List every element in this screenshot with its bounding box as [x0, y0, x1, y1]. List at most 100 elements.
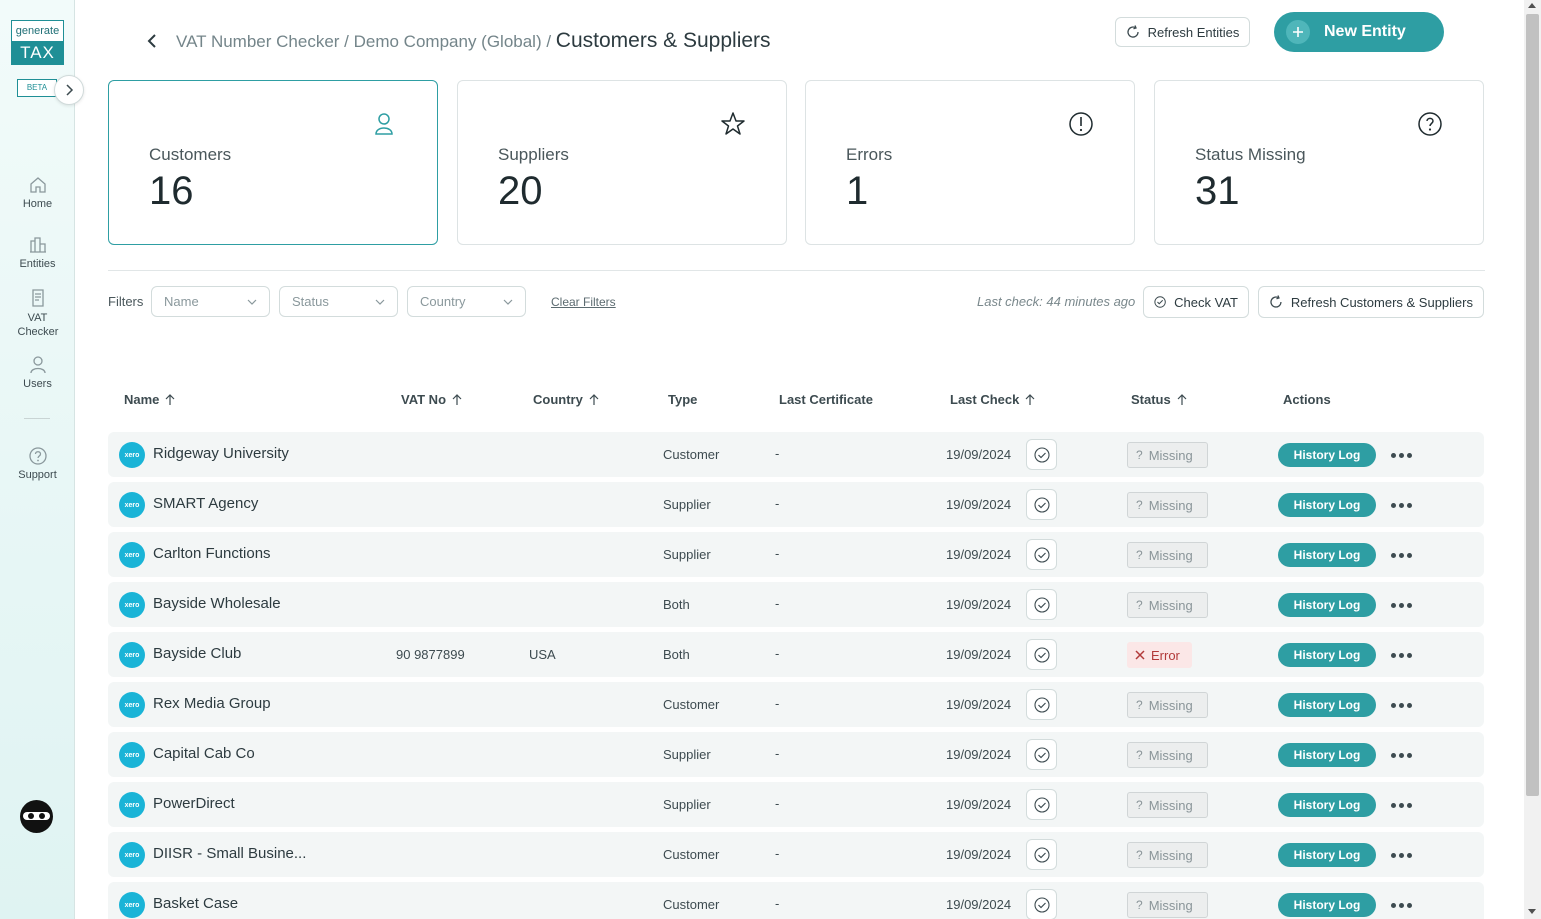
entity-name[interactable]: Carlton Functions — [153, 545, 271, 562]
check-vat-row-button[interactable] — [1026, 889, 1057, 919]
entity-name[interactable]: Bayside Wholesale — [153, 595, 281, 612]
table-row[interactable]: xero Ridgeway University Customer - 19/09/20… — [108, 432, 1484, 477]
generate-tax-logo[interactable]: generate TAX — [11, 20, 64, 65]
sidebar-expand-button[interactable] — [54, 75, 84, 105]
history-log-button[interactable]: History Log — [1278, 443, 1376, 467]
entity-type: Customer — [663, 897, 720, 912]
history-log-button[interactable]: History Log — [1278, 843, 1376, 867]
card-suppliers[interactable]: Suppliers 20 — [457, 80, 787, 245]
user-avatar[interactable] — [20, 800, 53, 833]
card-errors[interactable]: Errors 1 — [805, 80, 1135, 245]
history-log-button[interactable]: History Log — [1278, 693, 1376, 717]
check-vat-row-button[interactable] — [1026, 439, 1057, 470]
entity-name[interactable]: Rex Media Group — [153, 695, 271, 712]
scroll-up-icon[interactable] — [1528, 3, 1536, 8]
check-vat-row-button[interactable] — [1026, 639, 1057, 670]
table-row[interactable]: xero Rex Media Group Customer - 19/09/2024? M… — [108, 682, 1484, 727]
status-badge: ? Missing — [1127, 442, 1208, 468]
vertical-scrollbar[interactable] — [1524, 0, 1541, 919]
check-vat-row-button[interactable] — [1026, 789, 1057, 820]
clear-filters-link[interactable]: Clear Filters — [551, 295, 616, 309]
back-button[interactable] — [143, 31, 163, 51]
status-filter-placeholder: Status — [292, 294, 329, 309]
column-header-vat[interactable]: VAT No — [401, 392, 462, 407]
country-filter-select[interactable]: Country — [407, 286, 526, 317]
check-vat-row-button[interactable] — [1026, 689, 1057, 720]
history-log-button[interactable]: History Log — [1278, 493, 1376, 517]
status-filter-select[interactable]: Status — [279, 286, 398, 317]
refresh-customers-suppliers-button[interactable]: Refresh Customers & Suppliers — [1258, 286, 1484, 318]
beta-badge: BETA — [17, 79, 57, 97]
table-row[interactable]: xero Bayside Wholesale Both - 19/09/2024? Mis… — [108, 582, 1484, 627]
check-circle-icon — [1154, 296, 1166, 308]
history-log-button[interactable]: History Log — [1278, 593, 1376, 617]
more-options-icon[interactable] — [1391, 603, 1412, 608]
check-vat-button[interactable]: Check VAT — [1143, 286, 1249, 318]
sidebar-item-users[interactable]: Users — [0, 355, 75, 390]
entity-name[interactable]: Bayside Club — [153, 645, 241, 662]
name-filter-select[interactable]: Name — [151, 286, 270, 317]
sidebar-item-vat-checker[interactable]: VAT Checker — [0, 288, 75, 339]
last-check-date: 19/09/2024 — [946, 547, 1012, 562]
column-header-status[interactable]: Status — [1131, 392, 1187, 407]
entity-name[interactable]: Capital Cab Co — [153, 745, 255, 762]
breadcrumb-parent[interactable]: VAT Number Checker / Demo Company (Globa… — [176, 32, 556, 51]
column-header-label: Last Certificate — [779, 392, 873, 407]
check-vat-row-button[interactable] — [1026, 589, 1057, 620]
more-options-icon[interactable] — [1391, 553, 1412, 558]
more-options-icon[interactable] — [1391, 803, 1412, 808]
table-row[interactable]: xero Basket Case Customer - 19/09/2024? Missi… — [108, 882, 1484, 919]
scroll-down-icon[interactable] — [1528, 909, 1536, 914]
history-log-button[interactable]: History Log — [1278, 543, 1376, 567]
more-options-icon[interactable] — [1391, 503, 1412, 508]
table-row[interactable]: xero Bayside Club 90 9877899 USA Both - 19/09/… — [108, 632, 1484, 677]
card-status-missing[interactable]: Status Missing 31 — [1154, 80, 1484, 245]
new-entity-button[interactable]: New Entity — [1274, 12, 1444, 52]
column-header-last-check[interactable]: Last Check — [950, 392, 1035, 407]
more-options-icon[interactable] — [1391, 853, 1412, 858]
column-header-name[interactable]: Name — [124, 392, 175, 407]
more-options-icon[interactable] — [1391, 903, 1412, 908]
history-log-button[interactable]: History Log — [1278, 793, 1376, 817]
entity-name[interactable]: SMART Agency — [153, 495, 258, 512]
entity-name[interactable]: DIISR - Small Busine... — [153, 845, 306, 862]
entity-name[interactable]: Basket Case — [153, 895, 238, 912]
table-row[interactable]: xero SMART Agency Supplier - 19/09/2024? Miss… — [108, 482, 1484, 527]
question-icon: ? — [1136, 798, 1143, 812]
check-vat-row-button[interactable] — [1026, 739, 1057, 770]
status-label: Error — [1151, 647, 1180, 663]
more-options-icon[interactable] — [1391, 703, 1412, 708]
check-vat-row-button[interactable] — [1026, 839, 1057, 870]
entity-name[interactable]: Ridgeway University — [153, 445, 289, 462]
column-header-label: Status — [1131, 392, 1171, 407]
entity-name[interactable]: PowerDirect — [153, 795, 235, 812]
refresh-icon — [1270, 295, 1282, 308]
chevron-right-icon — [66, 84, 74, 96]
check-vat-row-button[interactable] — [1026, 539, 1057, 570]
status-badge: ? Missing — [1127, 842, 1208, 868]
card-customers[interactable]: Customers 16 — [108, 80, 438, 245]
arrow-up-icon — [165, 393, 175, 405]
check-circle-icon — [1033, 496, 1050, 513]
sidebar-item-home[interactable]: Home — [0, 175, 75, 210]
sidebar-item-support[interactable]: Support — [0, 446, 75, 481]
check-circle-icon — [1033, 446, 1050, 463]
more-options-icon[interactable] — [1391, 453, 1412, 458]
more-options-icon[interactable] — [1391, 653, 1412, 658]
column-header-country[interactable]: Country — [533, 392, 599, 407]
more-options-icon[interactable] — [1391, 753, 1412, 758]
table-row[interactable]: xero Carlton Functions Supplier - 19/09/2024… — [108, 532, 1484, 577]
history-log-button[interactable]: History Log — [1278, 893, 1376, 917]
history-log-button[interactable]: History Log — [1278, 743, 1376, 767]
check-vat-row-button[interactable] — [1026, 489, 1057, 520]
table-row[interactable]: xero DIISR - Small Busine... Customer - 19/0… — [108, 832, 1484, 877]
history-log-button[interactable]: History Log — [1278, 643, 1376, 667]
scroll-thumb[interactable] — [1526, 14, 1539, 796]
table-row[interactable]: xero PowerDirect Supplier - 19/09/2024? Missi… — [108, 782, 1484, 827]
table-row[interactable]: xero Capital Cab Co Supplier - 19/09/2024? Mi… — [108, 732, 1484, 777]
plus-icon — [1286, 20, 1310, 44]
refresh-entities-button[interactable]: Refresh Entities — [1115, 17, 1250, 47]
sidebar-item-entities[interactable]: Entities — [0, 235, 75, 270]
section-divider — [108, 270, 1485, 271]
last-certificate: - — [775, 646, 780, 661]
